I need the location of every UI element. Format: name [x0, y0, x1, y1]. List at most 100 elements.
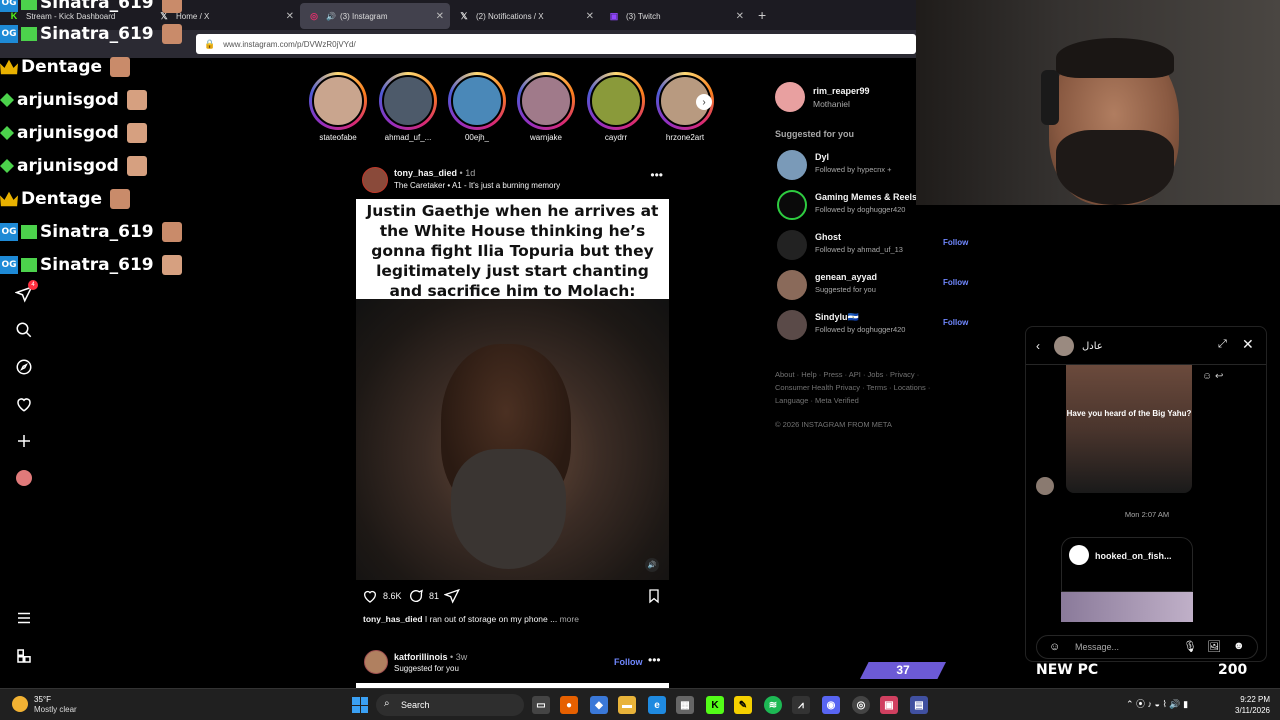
crown-badge-icon [0, 191, 18, 207]
suggestion-avatar[interactable] [777, 150, 807, 180]
suggestion-name[interactable]: genean_ayyad [815, 272, 877, 282]
message-input[interactable]: ☺ Message... 🎙 🖼 ☻ [1036, 635, 1258, 659]
shared-reel[interactable]: Have you heard of the Big Yahu? [1066, 365, 1192, 493]
chat-message: OG Sinatra_619 [0, 250, 182, 280]
spotify-icon[interactable]: ≋ [764, 696, 782, 714]
close-tab-icon[interactable]: ✕ [586, 11, 594, 22]
app-icon[interactable]: ⩘ [792, 696, 810, 714]
close-icon[interactable]: ✕ [1242, 336, 1254, 353]
chevron-left-icon[interactable]: ‹ [1036, 339, 1040, 353]
weather-icon [12, 696, 28, 712]
suggestion-name[interactable]: Gaming Memes & Reels [815, 192, 917, 202]
suggestion-name[interactable]: Ghost [815, 232, 841, 242]
windows-start-icon[interactable] [352, 697, 368, 713]
menu-icon[interactable] [14, 608, 34, 628]
follow-button[interactable]: Follow [614, 657, 643, 667]
mute-icon[interactable]: 🔊 [645, 558, 659, 572]
copilot-icon[interactable]: ◆ [590, 696, 608, 714]
sticker-icon[interactable]: ☻ [1233, 640, 1245, 652]
create-icon[interactable] [14, 431, 34, 451]
post-username[interactable]: tony_has_died [394, 168, 457, 178]
firefox-icon[interactable]: ● [560, 696, 578, 714]
post-avatar[interactable] [362, 167, 388, 193]
app-icon-3[interactable]: ▤ [910, 696, 928, 714]
weather-temp: 35°F [34, 695, 51, 704]
my-username[interactable]: rim_reaper99 [813, 86, 870, 96]
weather-widget[interactable]: 35°F Mostly clear [10, 694, 110, 716]
expand-icon[interactable]: ⤢ [1218, 338, 1227, 351]
dm-contact-name[interactable]: عادل [1082, 341, 1103, 352]
react-reply-icon[interactable]: ☺ ↩ [1202, 371, 1223, 382]
audio-icon[interactable]: 🔊 [326, 12, 336, 21]
emoji-icon[interactable]: ☺ [1049, 641, 1060, 653]
suggestion-avatar[interactable] [777, 190, 807, 220]
clock-date: 3/11/2026 [1235, 706, 1270, 715]
suggestion-avatar[interactable] [777, 270, 807, 300]
suggestion-avatar[interactable] [777, 310, 807, 340]
post-audio[interactable]: The Caretaker • A1 - It's just a burning… [394, 181, 560, 190]
notifications-icon[interactable] [14, 394, 34, 414]
more-options-icon[interactable]: ••• [650, 168, 663, 182]
story-avatar [520, 75, 572, 127]
system-tray[interactable]: ⌃ ⦿ ♪ ◒ ⌇ 🔊 ▮ [1126, 697, 1188, 710]
crown-badge-icon [0, 59, 18, 75]
post-avatar[interactable] [364, 650, 388, 674]
task-view-icon[interactable]: ▭ [532, 696, 550, 714]
save-button[interactable] [646, 588, 667, 604]
clock[interactable]: 9:22 PM 3/11/2026 [1220, 694, 1270, 716]
suggestion-item: Ghost Followed by ahmad_uf_13 Follow [775, 230, 975, 262]
post-username[interactable]: katforillinois [394, 652, 448, 662]
story-item[interactable]: warnjake [516, 72, 576, 142]
story-item[interactable]: 00ejh_ [447, 72, 507, 142]
file-explorer-icon[interactable]: ▬ [618, 696, 636, 714]
close-tab-icon[interactable]: ✕ [436, 11, 444, 22]
footer-links[interactable]: About · Help · Press · API · Jobs · Priv… [775, 368, 955, 407]
app-icon-2[interactable]: ▣ [880, 696, 898, 714]
sender-avatar[interactable] [1036, 477, 1054, 495]
store-icon[interactable]: ▦ [676, 696, 694, 714]
messages-icon[interactable]: 4 [14, 280, 38, 304]
search-icon[interactable] [14, 320, 34, 340]
suggestion-avatar[interactable] [777, 230, 807, 260]
microphone-icon[interactable]: 🎙 [1183, 640, 1197, 653]
emote-icon [126, 123, 147, 143]
comment-button[interactable]: 81 [408, 588, 439, 604]
close-tab-icon[interactable]: ✕ [736, 11, 744, 22]
more-options-icon[interactable]: ••• [648, 653, 661, 667]
discord-icon[interactable]: ◉ [822, 696, 840, 714]
chat-username: arjunisgod [17, 123, 119, 143]
also-from-meta-icon[interactable] [14, 646, 34, 666]
story-item[interactable]: ahmad_uf_... [378, 72, 438, 142]
shared-profile-card[interactable]: hooked_on_fish... [1061, 537, 1193, 622]
post-media[interactable]: Justin Gaethje when he arrives at the Wh… [356, 199, 669, 580]
tab-twitch[interactable]: ▣ (3) Twitch ✕ [600, 3, 750, 29]
chevron-right-icon[interactable]: › [696, 94, 712, 110]
dm-popup: ‹ عادل ⤢ ✕ Have you heard of the Big Yah… [1025, 326, 1267, 662]
follow-button[interactable]: Follow [943, 238, 968, 247]
profile-icon[interactable] [14, 468, 34, 488]
taskbar-search[interactable]: ⌕ Search [376, 694, 524, 716]
image-icon[interactable]: 🖼 [1207, 640, 1221, 653]
story-item[interactable]: caydrr [586, 72, 646, 142]
like-button[interactable]: 8.6K [362, 588, 402, 604]
notes-icon[interactable]: ✎ [734, 696, 752, 714]
tab-x-notifications[interactable]: 𝕏 (2) Notifications / X ✕ [450, 3, 600, 29]
dm-contact-avatar[interactable] [1054, 336, 1074, 356]
caption-username[interactable]: tony_has_died [363, 614, 423, 624]
share-button[interactable] [444, 588, 465, 604]
caption-more-link[interactable]: more [560, 614, 579, 624]
tab-instagram[interactable]: ◎ 🔊 (3) Instagram ✕ [300, 3, 450, 29]
chat-message: OG Sinatra_619 [0, 217, 182, 247]
obs-icon[interactable]: ◎ [852, 696, 870, 714]
post-actions: 8.6K 81 [362, 588, 662, 608]
my-avatar[interactable] [775, 82, 805, 112]
suggestion-name[interactable]: Sindylu🇸🇻 [815, 312, 859, 323]
suggestion-subtext: Followed by doghugger420 [815, 205, 906, 214]
follow-button[interactable]: Follow [943, 278, 968, 287]
explore-icon[interactable] [14, 357, 34, 377]
kick-app-icon[interactable]: K [706, 696, 724, 714]
suggestion-name[interactable]: Dyl [815, 152, 829, 162]
new-tab-button[interactable]: + [758, 7, 766, 23]
edge-icon[interactable]: e [648, 696, 666, 714]
follow-button[interactable]: Follow [943, 318, 968, 327]
